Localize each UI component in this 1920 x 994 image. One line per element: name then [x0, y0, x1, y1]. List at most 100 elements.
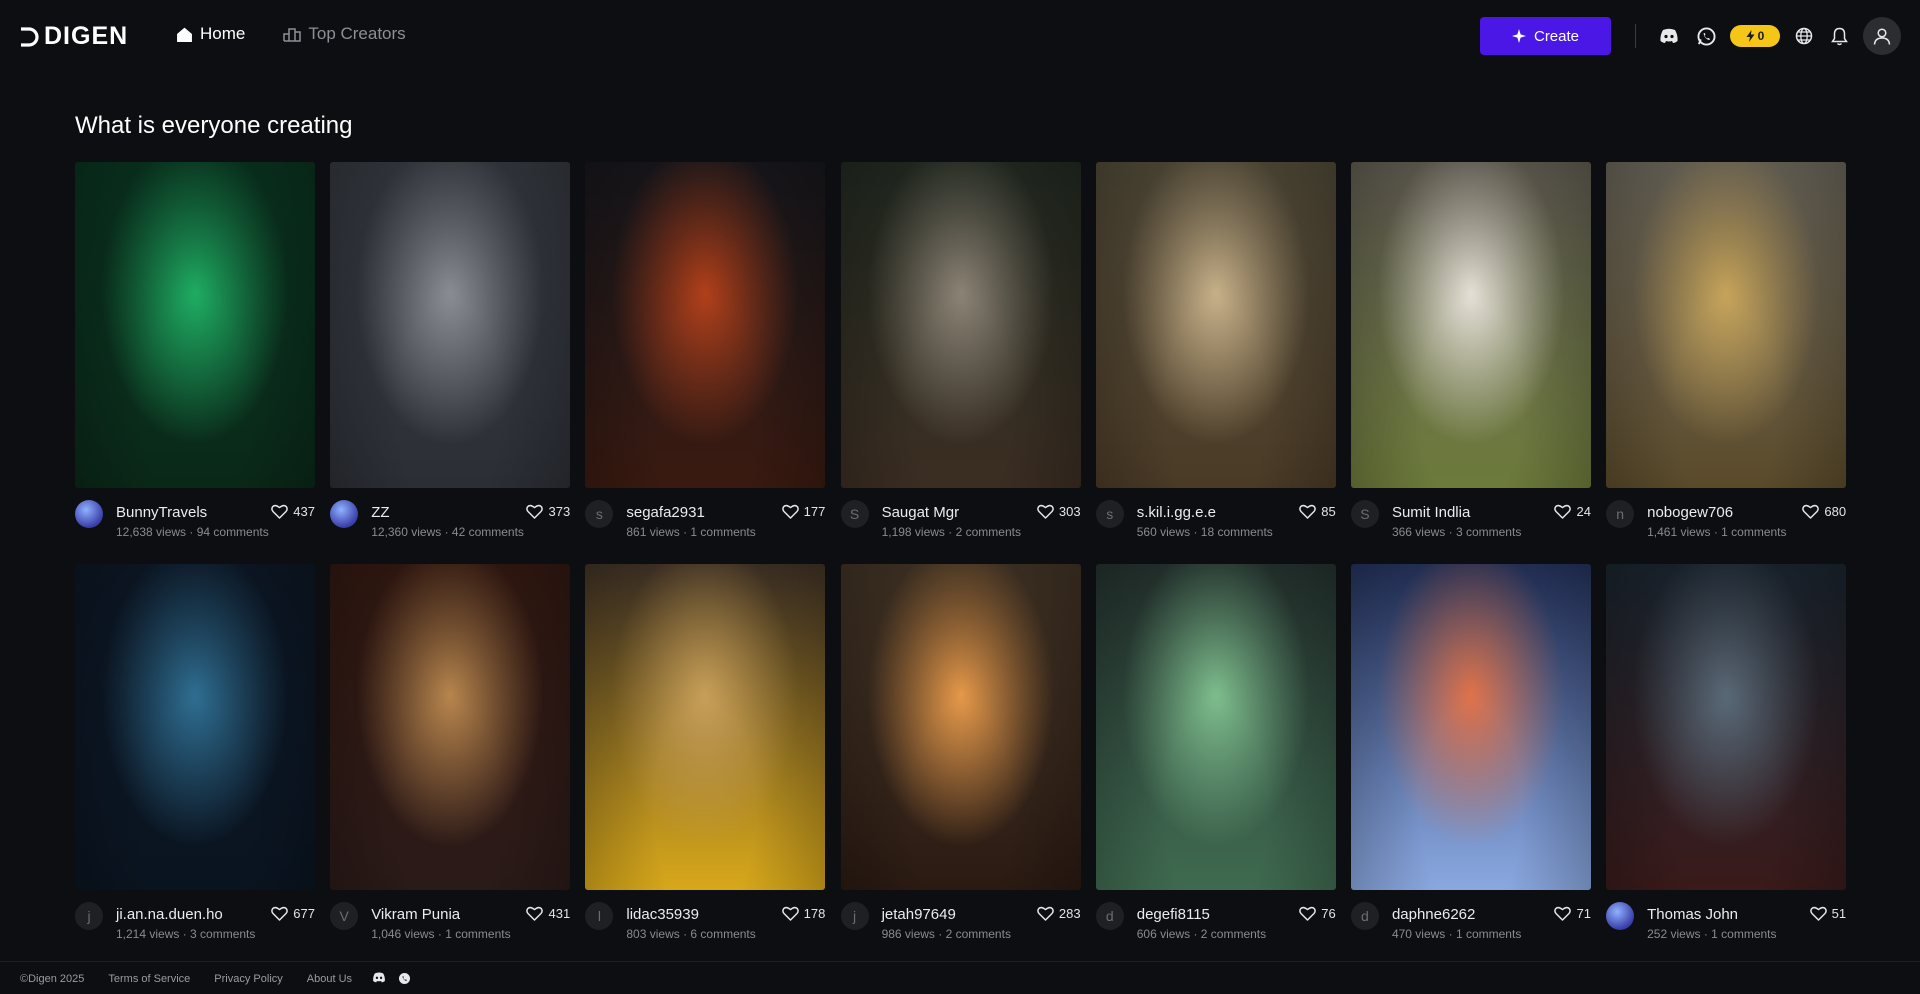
heart-icon — [1554, 504, 1572, 519]
like-button[interactable]: 51 — [1809, 906, 1846, 921]
like-button[interactable]: 178 — [781, 906, 825, 921]
creator-avatar[interactable]: l — [585, 902, 614, 930]
footer-whatsapp-icon[interactable] — [398, 972, 411, 985]
card-meta: l lidac35939 803 views · 6 comments 178 — [585, 890, 825, 941]
privacy-link[interactable]: Privacy Policy — [214, 973, 282, 985]
user-avatar-button[interactable] — [1863, 17, 1901, 55]
creation-card[interactable]: s segafa2931 861 views · 1 comments 177 — [585, 162, 826, 539]
like-button[interactable]: 437 — [271, 504, 315, 519]
card-meta: ZZ 12,360 views · 42 comments 373 — [330, 488, 570, 539]
creator-name[interactable]: Sumit Indlia — [1392, 504, 1470, 521]
creation-image[interactable] — [585, 162, 826, 488]
creation-image[interactable] — [330, 564, 571, 890]
creator-avatar[interactable] — [330, 500, 359, 528]
card-stats: 12,638 views · 94 comments — [116, 525, 269, 539]
like-button[interactable]: 71 — [1554, 906, 1591, 921]
like-button[interactable]: 677 — [271, 906, 315, 921]
creator-name[interactable]: jetah97649 — [882, 906, 956, 923]
creation-card[interactable]: S Saugat Mgr 1,198 views · 2 comments 30… — [840, 162, 1081, 539]
creator-avatar[interactable]: d — [1350, 902, 1379, 930]
like-count: 85 — [1321, 504, 1336, 519]
creator-name[interactable]: daphne6262 — [1392, 906, 1475, 923]
creator-avatar[interactable]: V — [330, 902, 359, 930]
creator-name[interactable]: ji.an.na.duen.ho — [116, 906, 223, 923]
creation-card[interactable]: n nobogew706 1,461 views · 1 comments 68… — [1606, 162, 1847, 539]
creator-name[interactable]: segafa2931 — [626, 504, 704, 521]
creator-name[interactable]: s.kil.i.gg.e.e — [1137, 504, 1216, 521]
whatsapp-icon[interactable] — [1694, 24, 1718, 48]
footer-discord-icon[interactable] — [372, 972, 386, 983]
like-button[interactable]: 680 — [1802, 504, 1846, 519]
terms-link[interactable]: Terms of Service — [108, 973, 190, 985]
creator-name[interactable]: Thomas John — [1647, 906, 1738, 923]
creation-card[interactable]: BunnyTravels 12,638 views · 94 comments … — [75, 162, 315, 539]
creator-avatar[interactable]: s — [585, 500, 614, 528]
creation-card[interactable]: s s.kil.i.gg.e.e 560 views · 18 comments… — [1095, 162, 1336, 539]
nav-top-creators[interactable]: Top Creators — [283, 24, 406, 44]
creation-card[interactable]: d degefi8115 606 views · 2 comments 76 — [1095, 564, 1336, 941]
creation-card[interactable]: j ji.an.na.duen.ho 1,214 views · 3 comme… — [75, 564, 315, 941]
digen-logo[interactable]: DIGEN — [18, 22, 128, 51]
create-button[interactable]: Create — [1480, 17, 1611, 55]
creator-name[interactable]: Vikram Punia — [371, 906, 460, 923]
card-meta: s s.kil.i.gg.e.e 560 views · 18 comments… — [1095, 488, 1336, 539]
creator-name[interactable]: BunnyTravels — [116, 504, 207, 521]
like-button[interactable]: 177 — [781, 504, 826, 519]
bell-icon[interactable] — [1827, 24, 1851, 48]
like-button[interactable]: 24 — [1554, 504, 1591, 519]
like-button[interactable]: 283 — [1037, 906, 1081, 921]
creation-card[interactable]: l lidac35939 803 views · 6 comments 178 — [585, 564, 826, 941]
creator-avatar[interactable] — [75, 500, 103, 528]
creation-image[interactable] — [1606, 162, 1847, 488]
creation-image[interactable] — [840, 162, 1081, 488]
discord-icon[interactable] — [1657, 24, 1681, 48]
creation-image[interactable] — [1095, 564, 1336, 890]
creation-card[interactable]: Thomas John 252 views · 1 comments 51 — [1606, 564, 1847, 941]
creation-image[interactable] — [1606, 564, 1847, 890]
creation-image[interactable] — [330, 162, 571, 488]
creation-card[interactable]: d daphne6262 470 views · 1 comments 71 — [1350, 564, 1591, 941]
creation-card[interactable]: S Sumit Indlia 366 views · 3 comments 24 — [1350, 162, 1591, 539]
like-count: 303 — [1058, 504, 1081, 519]
creator-avatar[interactable]: j — [75, 902, 103, 930]
creation-image[interactable] — [585, 564, 826, 890]
credits-badge[interactable]: 0 — [1730, 25, 1780, 47]
creator-name[interactable]: ZZ — [371, 504, 389, 521]
like-button[interactable]: 303 — [1037, 504, 1081, 519]
like-count: 24 — [1576, 504, 1591, 519]
header-divider — [1635, 24, 1636, 48]
creator-avatar[interactable]: n — [1606, 500, 1635, 528]
creations-grid: BunnyTravels 12,638 views · 94 comments … — [75, 162, 1847, 941]
creator-name[interactable]: Saugat Mgr — [882, 504, 960, 521]
creation-image[interactable] — [840, 564, 1081, 890]
creation-image[interactable] — [1350, 564, 1591, 890]
creation-image[interactable] — [1350, 162, 1591, 488]
creator-name[interactable]: nobogew706 — [1647, 504, 1733, 521]
like-count: 437 — [293, 504, 315, 519]
creator-name[interactable]: lidac35939 — [626, 906, 699, 923]
like-button[interactable]: 76 — [1299, 906, 1336, 921]
creation-image[interactable] — [1095, 162, 1336, 488]
creator-avatar[interactable]: j — [840, 902, 869, 930]
creation-image[interactable] — [75, 564, 315, 890]
creator-avatar[interactable] — [1606, 902, 1635, 930]
creator-avatar[interactable]: d — [1095, 902, 1124, 930]
creation-card[interactable]: j jetah97649 986 views · 2 comments 283 — [840, 564, 1081, 941]
nav-home[interactable]: Home — [176, 24, 245, 44]
globe-icon[interactable] — [1792, 24, 1816, 48]
creator-name[interactable]: degefi8115 — [1137, 906, 1210, 923]
like-button[interactable]: 431 — [526, 906, 570, 921]
creator-avatar[interactable]: s — [1095, 500, 1124, 528]
about-link[interactable]: About Us — [307, 973, 352, 985]
like-count: 177 — [803, 504, 826, 519]
like-button[interactable]: 373 — [526, 504, 570, 519]
creation-card[interactable]: ZZ 12,360 views · 42 comments 373 — [330, 162, 571, 539]
creation-image[interactable] — [75, 162, 315, 488]
creation-card[interactable]: V Vikram Punia 1,046 views · 1 comments … — [330, 564, 571, 941]
like-button[interactable]: 85 — [1299, 504, 1336, 519]
card-meta: n nobogew706 1,461 views · 1 comments 68… — [1606, 488, 1846, 539]
like-count: 373 — [548, 504, 571, 519]
creator-avatar[interactable]: S — [1350, 500, 1379, 528]
creator-avatar[interactable]: S — [840, 500, 869, 528]
heart-icon — [1299, 906, 1317, 921]
